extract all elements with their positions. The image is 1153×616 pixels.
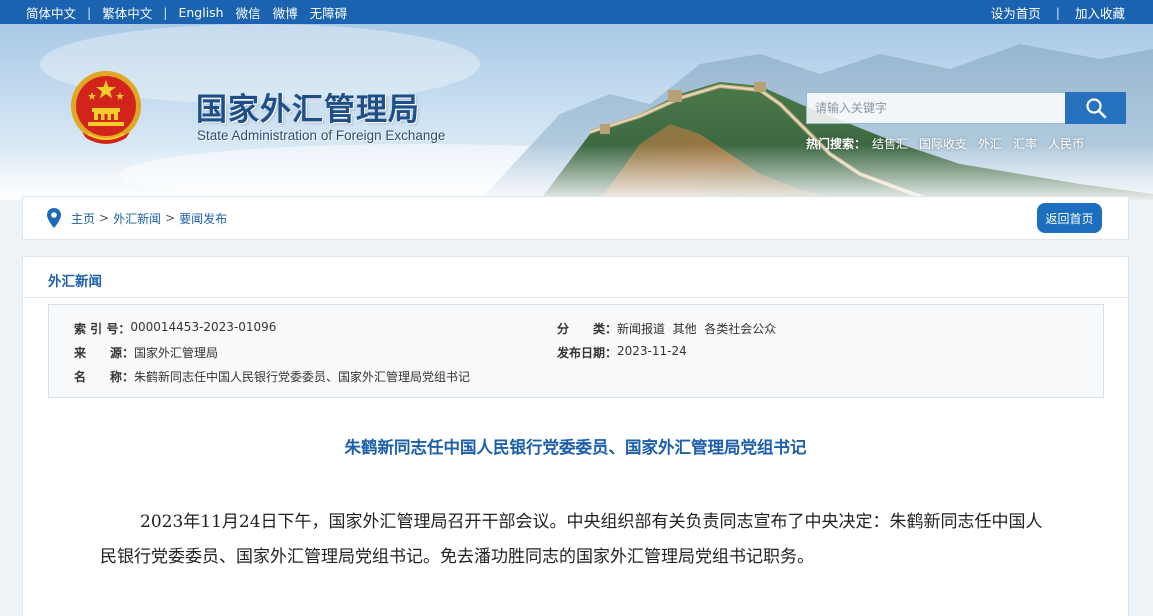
top-bar: 简体中文 | 繁体中文 | English 微信 微博 无障碍 设为首页 | 加…	[0, 0, 1153, 24]
search-box	[806, 92, 1126, 124]
search-input[interactable]	[806, 92, 1065, 124]
meta-name-value: 朱鹤新同志任中国人民银行党委委员、国家外汇管理局党组书记	[134, 370, 471, 384]
divider: |	[1055, 4, 1060, 20]
link-set-homepage[interactable]: 设为首页	[991, 3, 1041, 22]
back-home-button[interactable]: 返回首页	[1037, 203, 1102, 233]
meta-date-row: 发布日期： 2023-11-24	[557, 344, 687, 361]
hot-search-item[interactable]: 汇率	[1013, 135, 1037, 152]
breadcrumb-forex-news[interactable]: 外汇新闻	[113, 210, 161, 227]
divider	[23, 297, 1128, 298]
hot-search-item[interactable]: 外汇	[978, 135, 1002, 152]
meta-name-row: 名 称： 朱鹤新同志任中国人民银行党委委员、国家外汇管理局党组书记	[74, 368, 470, 385]
meta-source-row: 来 源： 国家外汇管理局	[74, 344, 218, 361]
meta-date-label: 发布日期：	[557, 346, 618, 360]
breadcrumb-headlines[interactable]: 要闻发布	[179, 210, 227, 227]
hot-search-label: 热门搜索：	[806, 137, 867, 151]
main-content: 外汇新闻 索 引 号： 000014453-2023-01096 来 源： 国家…	[22, 256, 1129, 616]
article-meta-box: 索 引 号： 000014453-2023-01096 来 源： 国家外汇管理局…	[48, 304, 1104, 398]
article-title: 朱鹤新同志任中国人民银行党委委员、国家外汇管理局党组书记	[344, 438, 807, 457]
meta-date-value: 2023-11-24	[617, 344, 687, 358]
breadcrumb-bar: 主页 > 外汇新闻 > 要闻发布 返回首页	[22, 196, 1129, 240]
search-button[interactable]	[1065, 92, 1126, 124]
top-bar-left-links: 简体中文 | 繁体中文 | English 微信 微博 无障碍	[26, 0, 347, 24]
hot-search: 热门搜索： 结售汇 国际收支 外汇 汇率 人民币	[806, 135, 1095, 152]
hot-search-item[interactable]: 人民币	[1048, 135, 1084, 152]
site-subtitle: State Administration of Foreign Exchange	[197, 128, 446, 143]
meta-source-label: 来 源：	[74, 346, 135, 360]
divider: |	[87, 4, 92, 20]
link-accessibility[interactable]: 无障碍	[310, 3, 348, 22]
link-weibo[interactable]: 微博	[273, 3, 298, 22]
hot-search-item[interactable]: 结售汇	[872, 135, 908, 152]
meta-category-value: 新闻报道 其他 各类社会公众	[617, 322, 777, 336]
breadcrumb-separator: >	[165, 211, 176, 225]
meta-index-row: 索 引 号： 000014453-2023-01096	[74, 320, 276, 337]
link-wechat[interactable]: 微信	[236, 3, 261, 22]
link-traditional-chinese[interactable]: 繁体中文	[102, 3, 152, 22]
article-body: 2023年11月24日下午，国家外汇管理局召开干部会议。中央组织部有关负责同志宣…	[100, 512, 1043, 567]
search-icon	[1085, 98, 1106, 119]
breadcrumb-home[interactable]: 主页	[71, 210, 95, 227]
meta-index-value: 000014453-2023-01096	[130, 320, 277, 334]
breadcrumb-separator: >	[99, 211, 110, 225]
top-bar-right-links: 设为首页 | 加入收藏	[991, 0, 1125, 24]
header-banner: 国家外汇管理局 State Administration of Foreign …	[0, 24, 1153, 200]
hot-search-item[interactable]: 国际收支	[919, 135, 967, 152]
site-title: 国家外汇管理局	[196, 92, 420, 128]
meta-name-label: 名 称：	[74, 370, 135, 384]
meta-index-label: 索 引 号：	[74, 322, 131, 336]
location-pin-icon	[47, 208, 61, 228]
section-title: 外汇新闻	[48, 274, 102, 290]
national-emblem-icon	[71, 71, 141, 144]
meta-source-value: 国家外汇管理局	[134, 346, 219, 360]
link-add-favorite[interactable]: 加入收藏	[1075, 3, 1125, 22]
breadcrumb: 主页 > 外汇新闻 > 要闻发布	[47, 197, 227, 239]
meta-category-row: 分 类： 新闻报道 其他 各类社会公众	[557, 320, 776, 337]
meta-category-label: 分 类：	[557, 322, 618, 336]
link-simplified-chinese[interactable]: 简体中文	[26, 3, 76, 22]
divider: |	[163, 4, 168, 20]
link-english[interactable]: English	[178, 5, 223, 20]
